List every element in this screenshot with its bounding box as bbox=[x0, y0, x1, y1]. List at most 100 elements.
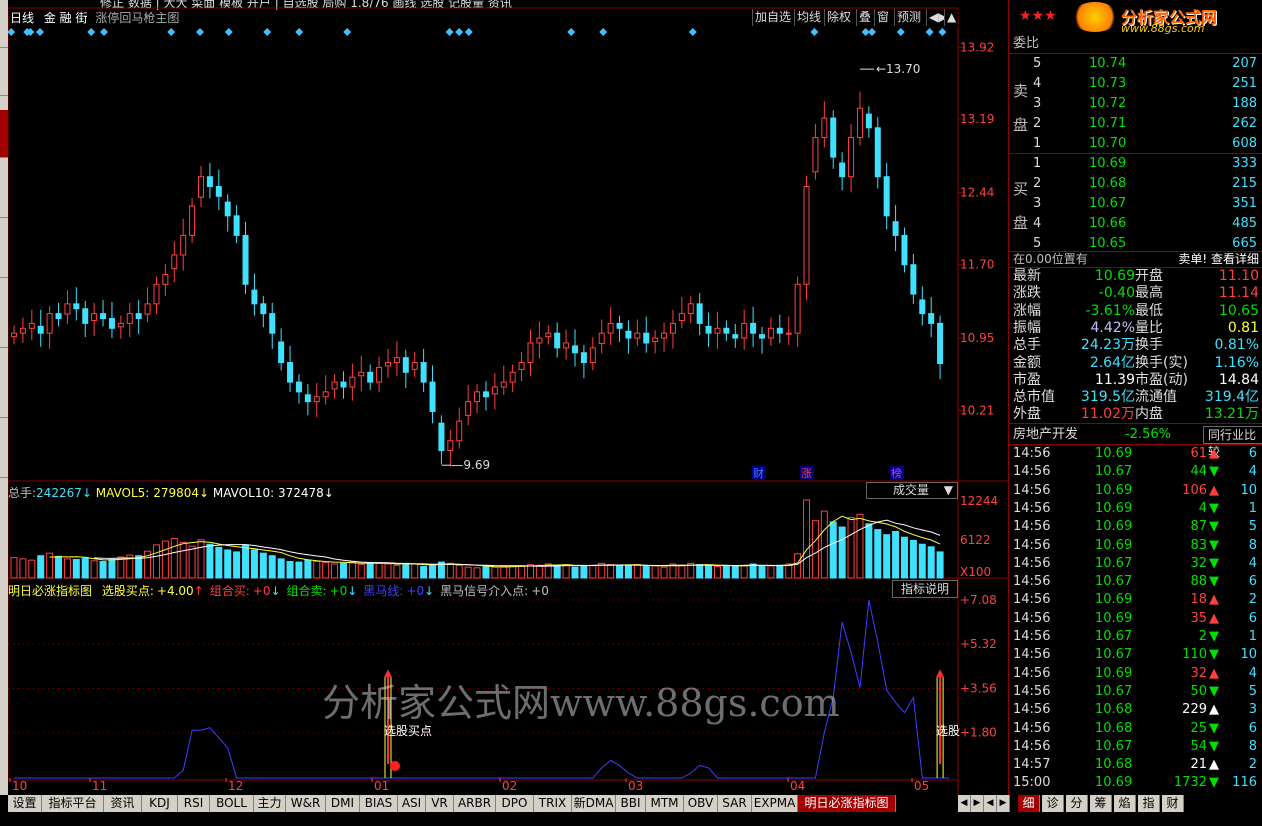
scroll-left-icon[interactable]: ◀ bbox=[984, 795, 997, 812]
scroll-left-icon[interactable]: ◀ bbox=[958, 795, 971, 812]
low-price-label: —9.69 bbox=[451, 458, 490, 472]
order-book-row[interactable]: 1 10.70 608 bbox=[1009, 134, 1262, 154]
panel-tab-3[interactable]: 筹 bbox=[1090, 795, 1112, 812]
left-tab[interactable] bbox=[0, 0, 8, 48]
tick-row[interactable]: 14:56 10.69 4 ▼ 1 bbox=[1009, 500, 1262, 518]
indicator-tab-4[interactable]: RSI bbox=[178, 795, 210, 812]
indicator-tab-15[interactable]: 新DMA bbox=[572, 795, 616, 812]
volume-bar bbox=[224, 549, 232, 579]
volume-bar bbox=[794, 553, 802, 579]
tick-row[interactable]: 14:56 10.67 2 ▼ 1 bbox=[1009, 628, 1262, 646]
candle-body bbox=[928, 313, 935, 324]
tick-row[interactable]: 14:56 10.67 32 ▼ 4 bbox=[1009, 555, 1262, 573]
toolbar-button-1[interactable]: 均线 bbox=[794, 9, 824, 26]
indicator-tab-3[interactable]: KDJ bbox=[142, 795, 178, 812]
order-book-row[interactable]: 5 10.74 207 bbox=[1009, 54, 1262, 74]
toolbar-button-5[interactable]: 预测 bbox=[894, 9, 924, 26]
panel-tab-0[interactable]: 细 bbox=[1018, 795, 1040, 812]
panel-tab-5[interactable]: 指 bbox=[1138, 795, 1160, 812]
indicator-tab-14[interactable]: TRIX bbox=[534, 795, 572, 812]
tick-row[interactable]: 14:56 10.68 25 ▼ 6 bbox=[1009, 720, 1262, 738]
left-tab[interactable] bbox=[0, 370, 8, 418]
order-book-row[interactable]: 2 10.68 215 bbox=[1009, 174, 1262, 194]
tick-row[interactable]: 14:56 10.69 18 ▲ 2 bbox=[1009, 591, 1262, 609]
indicator-tab-20[interactable]: EXPMA bbox=[752, 795, 798, 812]
indicator-tab-1[interactable]: 指标平台 bbox=[42, 795, 104, 812]
signal-diamond bbox=[896, 28, 905, 36]
indicator-tab-9[interactable]: BIAS bbox=[360, 795, 398, 812]
indicator-tab-21[interactable]: 明日必涨指标图 bbox=[798, 795, 896, 812]
order-book-row[interactable]: 4 10.73 251 bbox=[1009, 74, 1262, 94]
left-side-tabs[interactable] bbox=[0, 0, 8, 795]
tick-row[interactable]: 14:56 10.69 87 ▼ 5 bbox=[1009, 518, 1262, 536]
indicator-tab-19[interactable]: SAR bbox=[718, 795, 752, 812]
indicator-tab-18[interactable]: OBV bbox=[684, 795, 718, 812]
tick-row[interactable]: 14:56 10.67 88 ▼ 6 bbox=[1009, 573, 1262, 591]
indicator-selector[interactable]: 成交量 ▼ bbox=[866, 482, 958, 499]
indicator-tab-0[interactable]: 设置 bbox=[8, 795, 42, 812]
quote-row: 最新 10.69 开盘 11.10 bbox=[1009, 268, 1262, 285]
quote-value: 10.65 bbox=[1218, 302, 1259, 319]
industry-name[interactable]: 房地产开发 bbox=[1009, 427, 1078, 442]
left-tab-active[interactable] bbox=[0, 110, 8, 158]
toolbar-button-4[interactable]: 窗 bbox=[874, 9, 892, 26]
tick-row[interactable]: 14:56 10.67 50 ▼ 5 bbox=[1009, 683, 1262, 701]
order-book-row[interactable]: 4 10.66 485 bbox=[1009, 214, 1262, 234]
tick-row[interactable]: 14:56 10.69 35 ▲ 6 bbox=[1009, 610, 1262, 628]
formula-name[interactable]: 涨停回马枪主图 bbox=[95, 11, 179, 25]
left-tab[interactable] bbox=[0, 430, 8, 478]
tick-row[interactable]: 14:56 10.69 83 ▼ 8 bbox=[1009, 537, 1262, 555]
left-tab[interactable] bbox=[0, 230, 8, 278]
order-book-row[interactable]: 3 10.67 351 bbox=[1009, 194, 1262, 214]
tick-row[interactable]: 14:56 10.69 106 ▲ 10 bbox=[1009, 482, 1262, 500]
candle-body bbox=[313, 396, 320, 403]
indicator-tab-16[interactable]: BBI bbox=[616, 795, 646, 812]
indicator-tab-17[interactable]: MTM bbox=[646, 795, 684, 812]
signal-diamond bbox=[599, 28, 608, 36]
signal-diamond bbox=[8, 28, 16, 36]
indicator-explain-button[interactable]: 指标说明 bbox=[892, 580, 958, 598]
indicator-tab-5[interactable]: BOLL bbox=[210, 795, 254, 812]
industry-compare-button[interactable]: 同行业比较 bbox=[1203, 426, 1262, 459]
panel-tab-6[interactable]: 财 bbox=[1162, 795, 1184, 812]
panel-tab-2[interactable]: 分 bbox=[1066, 795, 1088, 812]
indicator-tab-2[interactable]: 资讯 bbox=[104, 795, 142, 812]
tick-time: 14:56 bbox=[1013, 610, 1051, 626]
indicator-tab-13[interactable]: DPO bbox=[496, 795, 534, 812]
candle-body bbox=[206, 176, 213, 187]
left-tab[interactable] bbox=[0, 300, 8, 348]
status-detail-link[interactable]: 卖单! 查看详细 bbox=[1178, 250, 1259, 268]
indicator-tab-8[interactable]: DMI bbox=[326, 795, 360, 812]
tick-row[interactable]: 14:56 10.69 32 ▲ 4 bbox=[1009, 665, 1262, 683]
tick-row[interactable]: 14:56 10.68 229 ▲ 3 bbox=[1009, 701, 1262, 719]
scroll-right-icon[interactable]: ▶ bbox=[971, 795, 984, 812]
indicator-tab-6[interactable]: 主力 bbox=[254, 795, 286, 812]
period-label[interactable]: 日线 bbox=[10, 11, 34, 25]
indicator-tab-11[interactable]: VR bbox=[426, 795, 454, 812]
indicator-tab-7[interactable]: W&R bbox=[286, 795, 326, 812]
toolbar-button-3[interactable]: 叠 bbox=[856, 9, 874, 26]
tick-row[interactable]: 14:56 10.69 61 ▲ 6 bbox=[1009, 445, 1262, 463]
tick-row[interactable]: 14:56 10.67 110 ▼ 10 bbox=[1009, 646, 1262, 664]
toolbar-button-2[interactable]: 除权 bbox=[824, 9, 854, 26]
toolbar-button-0[interactable]: 加自选 bbox=[752, 9, 794, 26]
indicator-tab-12[interactable]: ARBR bbox=[454, 795, 496, 812]
tick-row[interactable]: 14:56 10.67 54 ▼ 8 bbox=[1009, 738, 1262, 756]
tick-row[interactable]: 15:00 10.69 1732 ▼ 116 bbox=[1009, 774, 1262, 792]
candle-body bbox=[910, 264, 917, 295]
order-book-row[interactable]: 2 10.71 262 bbox=[1009, 114, 1262, 134]
left-tab[interactable] bbox=[0, 170, 8, 218]
arrow-icon: ↓ bbox=[347, 584, 358, 598]
order-book-row[interactable]: 3 10.72 188 bbox=[1009, 94, 1262, 114]
volume-bar bbox=[366, 562, 374, 579]
left-tab[interactable] bbox=[0, 48, 8, 96]
order-book-row[interactable]: 1 10.69 333 bbox=[1009, 154, 1262, 174]
panel-tab-4[interactable]: 焰 bbox=[1114, 795, 1136, 812]
tick-list[interactable]: 14:56 10.69 61 ▲ 6 14:56 10.67 44 ▼ 4 14:56 10.69 10… bbox=[1009, 445, 1262, 795]
tick-row[interactable]: 14:56 10.67 44 ▼ 4 bbox=[1009, 463, 1262, 481]
tick-row[interactable]: 14:57 10.68 21 ▲ 2 bbox=[1009, 756, 1262, 774]
toolbar-button-7[interactable]: ▲ bbox=[944, 9, 959, 26]
indicator-tab-10[interactable]: ASI bbox=[398, 795, 426, 812]
panel-tab-1[interactable]: 诊 bbox=[1042, 795, 1064, 812]
scroll-right-icon[interactable]: ▶ bbox=[997, 795, 1010, 812]
